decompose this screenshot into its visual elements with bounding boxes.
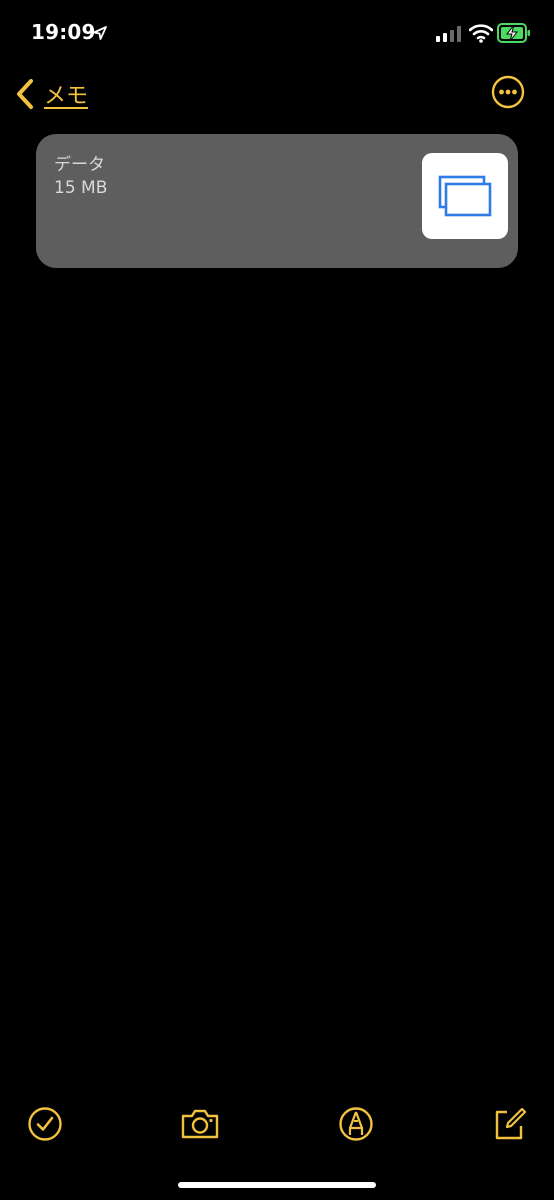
- more-options-button[interactable]: [491, 75, 525, 109]
- wifi-icon: [469, 24, 493, 43]
- attachment-name: データ: [54, 155, 105, 175]
- compose-icon: [495, 1107, 527, 1140]
- status-bar: 19:09: [0, 0, 554, 66]
- chevron-left-icon: [17, 79, 33, 109]
- compose-button[interactable]: [491, 1106, 527, 1142]
- location-arrow-icon: [93, 26, 107, 40]
- cellular-signal-icon: [436, 26, 461, 42]
- markup-pen-icon: [339, 1107, 373, 1141]
- back-button-label: メモ: [44, 84, 89, 109]
- checklist-button[interactable]: [27, 1106, 63, 1142]
- markup-button[interactable]: [338, 1106, 374, 1142]
- checklist-icon: [28, 1107, 62, 1141]
- camera-icon: [181, 1109, 219, 1139]
- attachment-size: 15 MB: [54, 178, 108, 198]
- status-time: 19:09: [31, 20, 96, 44]
- back-button[interactable]: メモ: [14, 76, 88, 112]
- ellipsis-circle-icon: [491, 75, 525, 109]
- camera-button[interactable]: [180, 1106, 220, 1142]
- stacked-windows-icon: [438, 175, 492, 217]
- home-indicator[interactable]: [178, 1182, 376, 1188]
- attachment-card[interactable]: データ 15 MB: [36, 134, 518, 268]
- attachment-thumbnail: [422, 153, 508, 239]
- battery-charging-icon: [497, 23, 530, 43]
